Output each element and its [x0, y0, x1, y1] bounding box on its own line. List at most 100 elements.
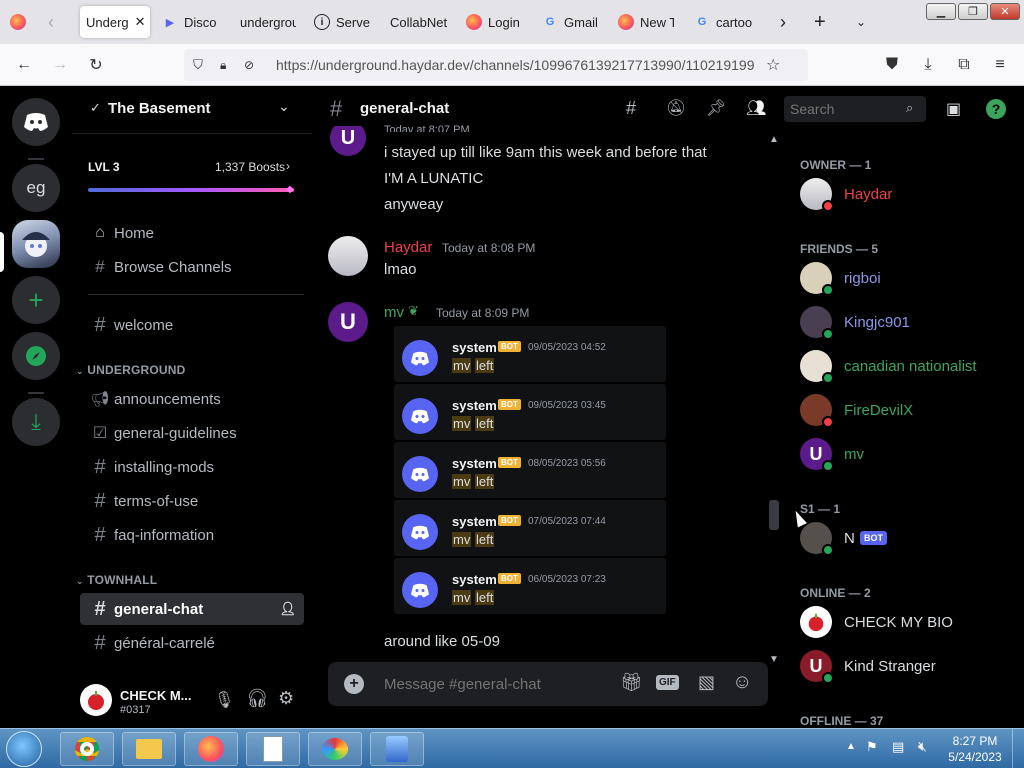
firefox-menu-icon[interactable]: [10, 6, 32, 38]
shield-icon[interactable]: ⛉: [190, 57, 206, 73]
headphones-icon[interactable]: 🎧︎: [246, 688, 269, 709]
avatar[interactable]: U: [328, 302, 368, 342]
extensions-icon[interactable]: ⧉: [954, 55, 974, 75]
taskbar-paint-icon[interactable]: [308, 732, 362, 766]
taskbar-explorer-icon[interactable]: [122, 732, 176, 766]
pocket-icon[interactable]: ⛊: [882, 55, 902, 75]
message-author[interactable]: Haydar: [384, 239, 432, 256]
tab-new[interactable]: New T: [618, 6, 674, 38]
channel-installing-mods[interactable]: # installing-mods: [80, 451, 304, 483]
tab-collabnet[interactable]: CollabNet: [390, 6, 452, 38]
help-icon[interactable]: ?: [986, 99, 1006, 119]
channel-faq-information[interactable]: # faq-information: [80, 519, 304, 551]
channel-announcements[interactable]: 📢︎ announcements: [80, 383, 304, 415]
category-underground[interactable]: ⌄ UNDERGROUND: [76, 363, 186, 377]
channel-general-guidelines[interactable]: ☑ general-guidelines: [80, 417, 304, 449]
back-icon[interactable]: ←: [14, 55, 34, 75]
channel-general-carrele[interactable]: # général-carrelé: [80, 627, 304, 659]
url-text[interactable]: https://underground.haydar.dev/channels/…: [276, 57, 756, 73]
tab-gmail[interactable]: G Gmail: [542, 6, 604, 38]
message-author[interactable]: mv: [384, 304, 404, 321]
tab-underground[interactable]: undergrou: [240, 6, 296, 38]
member-rigboi[interactable]: rigboi: [800, 258, 1020, 298]
search-input[interactable]: [790, 99, 900, 119]
member-mv[interactable]: U mv: [800, 434, 1020, 474]
tray-volume-icon[interactable]: 🔇︎: [918, 738, 927, 755]
mic-muted-icon[interactable]: 🎙︎: [214, 690, 234, 710]
taskbar-chrome-icon[interactable]: [60, 732, 114, 766]
tab-login[interactable]: Login: [466, 6, 522, 38]
tab-list-icon[interactable]: ⌄: [856, 6, 874, 38]
category-townhall[interactable]: ⌄ TOWNHALL: [76, 573, 157, 587]
maximize-icon[interactable]: ❐: [958, 3, 988, 20]
member-check-my-bio[interactable]: CHECK MY BIO: [800, 602, 1020, 642]
new-tab-icon[interactable]: +: [814, 6, 834, 38]
show-desktop-button[interactable]: [1012, 729, 1024, 768]
chevron-down-icon[interactable]: ⌄: [278, 98, 290, 115]
add-attachment-icon[interactable]: +: [344, 674, 364, 694]
member-canadian-nationalist[interactable]: canadian nationalist: [800, 346, 1020, 386]
boost-level[interactable]: LVL 3: [88, 160, 120, 174]
avatar[interactable]: U: [330, 126, 366, 158]
member-firedevilx[interactable]: FireDevilX: [800, 390, 1020, 430]
clock-date[interactable]: 5/24/2023: [946, 750, 1004, 764]
minimize-icon[interactable]: ▁: [926, 3, 956, 20]
threads-icon[interactable]: #: [626, 98, 636, 119]
discord-home-icon[interactable]: [12, 98, 60, 146]
url-bar[interactable]: ⛉ 🔒︎ ⊘ https://underground.haydar.dev/ch…: [184, 49, 808, 81]
menu-icon[interactable]: ≡: [990, 55, 1010, 75]
invite-user-icon[interactable]: 👤︎: [279, 601, 296, 617]
tab-server[interactable]: i Server: [314, 6, 370, 38]
chat-scrollbar[interactable]: ▲ ▼: [766, 134, 782, 668]
server-header[interactable]: ✓ The Basement ⌄: [72, 86, 312, 134]
gear-icon[interactable]: ⚙: [278, 688, 294, 709]
member-kind-stranger[interactable]: U Kind Stranger: [800, 646, 1020, 686]
server-eg[interactable]: eg: [12, 164, 60, 212]
sidebar-browse-channels[interactable]: # Browse Channels: [80, 251, 304, 283]
sticker-icon[interactable]: ▧: [698, 672, 715, 693]
tab-cartoon[interactable]: Gcartoo: [694, 6, 754, 38]
taskbar-firefox-icon[interactable]: [184, 732, 238, 766]
tab-discord[interactable]: ▶ Disco: [162, 6, 222, 38]
reload-icon[interactable]: ↻: [86, 55, 106, 75]
member-haydar[interactable]: Haydar: [800, 174, 1020, 214]
clock-time[interactable]: 8:27 PM: [952, 734, 998, 748]
pin-icon[interactable]: 📌︎: [706, 98, 726, 118]
search-box[interactable]: ⌕: [784, 96, 926, 122]
tab-scroll-left-icon[interactable]: ‹: [48, 6, 72, 38]
scroll-up-icon[interactable]: ▲: [769, 134, 779, 145]
download-icon[interactable]: ⤓: [918, 55, 938, 75]
tab-active[interactable]: Underg ✕: [80, 6, 150, 38]
channel-welcome[interactable]: # welcome: [80, 309, 304, 341]
gif-button[interactable]: GIF: [656, 675, 679, 690]
user-name[interactable]: CHECK M...: [120, 688, 192, 703]
scrollbar-thumb[interactable]: [769, 500, 779, 530]
tray-network-icon[interactable]: ▤: [892, 739, 904, 755]
tray-flag-icon[interactable]: ⚑: [866, 739, 878, 755]
tray-expand-icon[interactable]: ▲: [846, 741, 856, 752]
avatar[interactable]: [328, 236, 368, 276]
taskbar-app-icon[interactable]: [370, 732, 424, 766]
boost-count[interactable]: 1,337 Boosts: [215, 160, 285, 174]
forward-icon[interactable]: →: [50, 55, 70, 75]
scroll-down-icon[interactable]: ▼: [769, 654, 779, 665]
emoji-icon[interactable]: ☺: [732, 671, 752, 694]
lock-icon[interactable]: 🔒︎: [220, 58, 234, 73]
start-button[interactable]: [6, 731, 42, 767]
close-window-icon[interactable]: ✕: [990, 3, 1020, 20]
notifications-muted-icon[interactable]: 🔕︎: [666, 98, 686, 118]
inbox-icon[interactable]: ▣: [946, 99, 966, 119]
member-n[interactable]: N BOT: [800, 518, 1020, 558]
tab-close-icon[interactable]: ✕: [135, 14, 146, 30]
gift-icon[interactable]: 🎁︎: [620, 672, 643, 693]
sidebar-home[interactable]: ⌂ Home: [80, 217, 304, 249]
message-input[interactable]: [384, 670, 604, 698]
bookmark-star-icon[interactable]: ☆: [766, 55, 780, 75]
channel-terms-of-use[interactable]: # terms-of-use: [80, 485, 304, 517]
member-list-icon[interactable]: 👥︎: [746, 98, 766, 118]
server-the-basement-icon[interactable]: [12, 220, 60, 268]
add-server-icon[interactable]: +: [12, 276, 60, 324]
channel-general-chat[interactable]: # general-chat 👤︎: [80, 593, 304, 625]
explore-compass-icon[interactable]: [12, 332, 60, 380]
taskbar-notepad-icon[interactable]: [246, 732, 300, 766]
